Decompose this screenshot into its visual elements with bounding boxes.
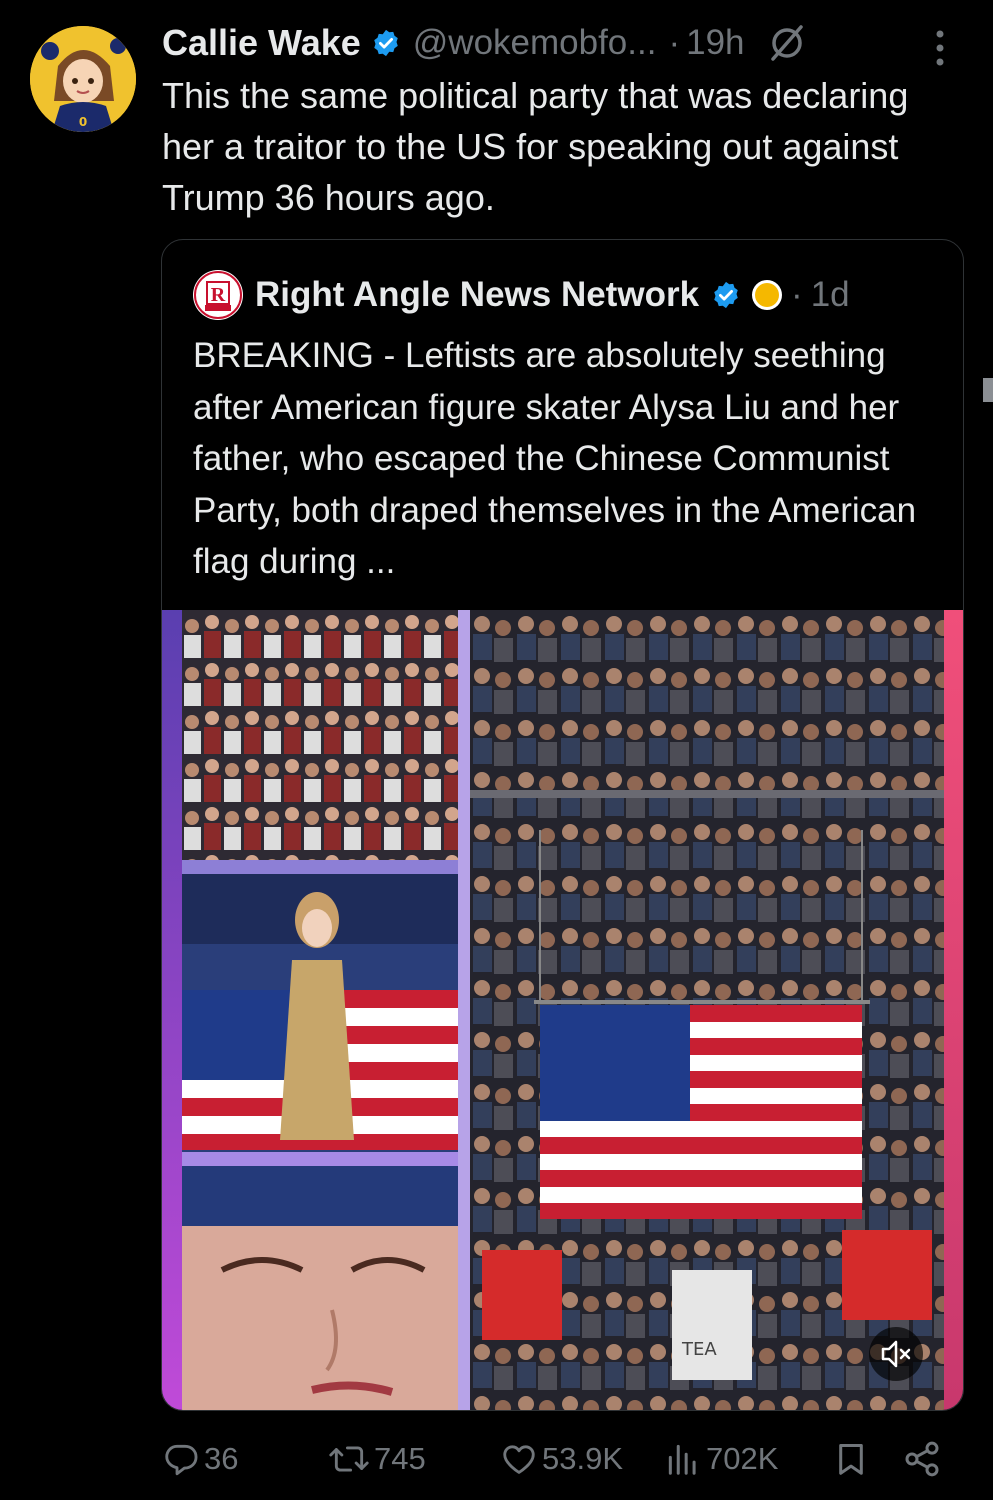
bookmark-button[interactable]: [832, 1432, 870, 1486]
tweet-header: Callie Wake @wokemobfo... · 19h: [162, 18, 807, 68]
time-separator: ·: [668, 23, 681, 62]
quoted-media[interactable]: TEA: [162, 610, 963, 1410]
share-icon: [905, 1441, 939, 1477]
views-count: 702K: [706, 1441, 779, 1476]
news-logo-letter: R: [211, 284, 226, 306]
heart-icon: [503, 1445, 535, 1474]
mute-icon[interactable]: [867, 1325, 925, 1383]
quoted-text: BREAKING - Leftists are absolutely seeth…: [193, 336, 917, 581]
like-count: 53.9K: [542, 1441, 624, 1476]
repost-count: 745: [374, 1441, 426, 1476]
views-button[interactable]: 702K: [664, 1432, 778, 1486]
cartoon-avatar-icon: 0: [30, 26, 136, 132]
verified-badge-icon: [374, 29, 398, 57]
reply-icon: [165, 1444, 198, 1476]
gold-affiliate-badge-icon: [752, 280, 783, 310]
tweet-text: This the same political party that was d…: [162, 75, 909, 218]
tweet-action-bar: 36 745 53.9K 702K: [162, 1432, 952, 1486]
svg-text:0: 0: [79, 115, 87, 129]
media-collage-image: TEA: [162, 610, 963, 1410]
more-options-icon[interactable]: [930, 28, 950, 68]
quoted-time-separator: ·: [791, 275, 803, 314]
author-avatar[interactable]: 0: [30, 26, 136, 132]
media-caption-text: TEA: [681, 1339, 717, 1360]
quoted-tweet-card[interactable]: R Right Angle News Network · 1d BREAKING…: [161, 239, 964, 1411]
grok-icon[interactable]: [767, 23, 807, 63]
reply-button[interactable]: 36: [162, 1432, 238, 1486]
news-logo-avatar[interactable]: R: [193, 270, 243, 320]
quoted-header: R Right Angle News Network · 1d: [193, 270, 850, 320]
like-button[interactable]: 53.9K: [500, 1432, 623, 1486]
author-handle[interactable]: @wokemobfo...: [413, 23, 657, 63]
quoted-time[interactable]: 1d: [811, 275, 850, 315]
repost-icon: [329, 1446, 369, 1472]
repost-button[interactable]: 745: [328, 1432, 426, 1486]
quoted-author-name[interactable]: Right Angle News Network: [255, 275, 699, 315]
author-name[interactable]: Callie Wake: [162, 22, 361, 64]
share-button[interactable]: [902, 1432, 942, 1486]
views-bar-chart-icon: [668, 1444, 696, 1475]
bookmark-icon: [839, 1444, 863, 1475]
scrollbar-thumb[interactable]: [983, 378, 993, 402]
verified-badge-icon: [714, 281, 738, 309]
news-logo-icon: R: [194, 271, 242, 319]
reply-count: 36: [204, 1441, 239, 1476]
tweet-time[interactable]: 19h: [686, 23, 744, 63]
